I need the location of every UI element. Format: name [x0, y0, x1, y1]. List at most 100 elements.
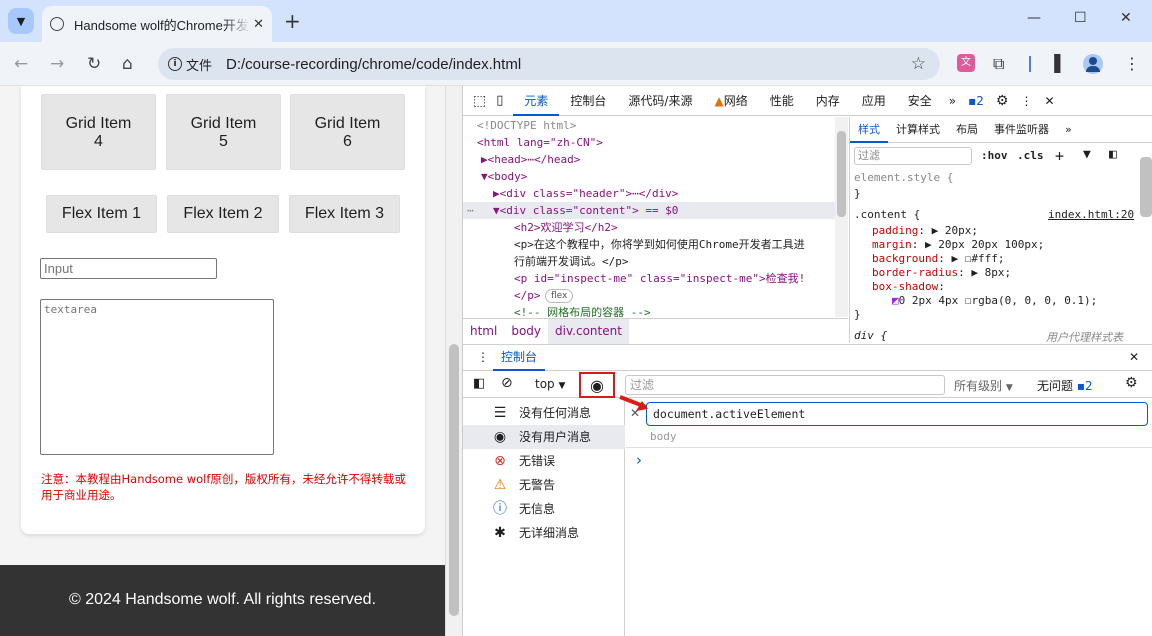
log-levels-dropdown[interactable]: 所有级别 ▼ [954, 377, 1013, 394]
tab-event-listeners[interactable]: 事件监听器 [986, 117, 1057, 143]
create-live-expression-button[interactable]: ◉ [579, 372, 615, 398]
more-menu-icon[interactable]: ⋮ [1124, 54, 1140, 73]
back-icon[interactable]: ← [14, 54, 28, 74]
device-toolbar-icon[interactable]: ▯ [492, 86, 513, 116]
sidebar-toggle-icon[interactable]: ◧ [473, 376, 485, 391]
styles-scrollbar[interactable] [1140, 157, 1152, 217]
grid-item-6: Grid Item 6 [290, 94, 405, 170]
dom-node[interactable]: </p> [514, 287, 541, 304]
context-selector[interactable]: top ▼ [535, 377, 565, 391]
css-property[interactable]: background: ▶ ☐#fff; [872, 252, 1004, 265]
tab-computed[interactable]: 计算样式 [888, 117, 948, 143]
close-tab-icon[interactable]: ✕ [253, 17, 264, 32]
node-actions-icon[interactable]: ⋯ [467, 202, 474, 219]
issues-button[interactable]: 无问题 ▪2 [1037, 377, 1093, 394]
reload-icon[interactable]: ↻ [87, 54, 101, 74]
issues-badge[interactable]: ▪2 [962, 86, 990, 116]
address-bar[interactable]: i 文件 D:/course-recording/chrome/code/ind… [158, 48, 940, 80]
cls-button[interactable]: .cls [1017, 149, 1044, 162]
tab-styles[interactable]: 样式 [850, 117, 888, 143]
tab-search-button[interactable]: ▼ [8, 8, 34, 34]
tab-security[interactable]: 安全 [897, 86, 943, 116]
tab-layout[interactable]: 布局 [948, 117, 986, 143]
hov-button[interactable]: :hov [981, 149, 1008, 162]
sidebar-item-verbose[interactable]: ✱ 无详细消息 [463, 521, 625, 545]
browser-tab[interactable]: Handsome wolf的Chrome开发者工具教程 ✕ [42, 6, 272, 42]
tab-performance[interactable]: 性能 [759, 86, 805, 116]
element-style-selector[interactable]: element.style { [854, 171, 953, 184]
styles-filter-input[interactable]: 过滤 [854, 147, 972, 165]
flex-badge[interactable]: flex [545, 289, 574, 303]
html-comment[interactable]: <!-- 网格布局的容器 --> [514, 304, 651, 317]
page-scrollbar[interactable] [445, 86, 462, 636]
breadcrumb-body[interactable]: body [504, 319, 548, 344]
inspect-element-icon[interactable]: ⬚ [463, 86, 492, 116]
rule-selector[interactable]: .content { [854, 208, 920, 221]
dom-node[interactable]: <p>在这个教程中，你将学到如何使用Chrome开发者工具进 [514, 236, 805, 253]
side-panel-icon[interactable]: ▐ [1048, 54, 1060, 73]
drawer-tabbar: ⋮ 控制台 ✕ [463, 345, 1152, 371]
tab-memory[interactable]: 内存 [805, 86, 851, 116]
sidebar-item-errors[interactable]: ⊗ 无错误 [463, 449, 625, 473]
tab-application[interactable]: 应用 [851, 86, 897, 116]
css-property[interactable]: border-radius: ▶ 8px; [872, 266, 1011, 279]
live-expression-input[interactable]: document.activeElement [646, 402, 1148, 426]
tab-network[interactable]: ▲网络 [703, 86, 758, 116]
toggle-sidebar-icon[interactable]: ◧ [1109, 147, 1117, 162]
sidebar-item-user-messages[interactable]: ◉ 没有用户消息 [463, 425, 625, 449]
new-rule-icon[interactable]: + [1055, 147, 1064, 165]
site-info-icon[interactable]: i [168, 57, 182, 71]
box-shadow-value[interactable]: ◩0 2px 4px ☐rgba(0, 0, 0, 0.1); [892, 294, 1097, 307]
new-tab-button[interactable]: + [284, 9, 301, 33]
more-tabs-icon[interactable]: » [1057, 117, 1080, 143]
console-settings-gear-icon[interactable]: ⚙ [1125, 375, 1138, 391]
minimize-button[interactable]: — [1027, 10, 1041, 26]
breadcrumb-div-content[interactable]: div.content [548, 318, 629, 344]
close-devtools-icon[interactable]: ✕ [1038, 86, 1060, 116]
dom-node[interactable]: <p id="inspect-me" class="inspect-me">检查… [514, 270, 805, 287]
url-text[interactable]: D:/course-recording/chrome/code/index.ht… [226, 56, 521, 73]
close-drawer-icon[interactable]: ✕ [1129, 350, 1139, 364]
chevron-down-icon: ▼ [16, 14, 26, 28]
tab-console[interactable]: 控制台 [559, 86, 617, 116]
sidebar-item-all-messages[interactable]: ☰ 没有任何消息 [463, 401, 625, 425]
textarea-field[interactable]: textarea [40, 299, 274, 455]
css-property[interactable]: margin: ▶ 20px 20px 100px; [872, 238, 1044, 251]
maximize-button[interactable]: ☐ [1074, 10, 1087, 26]
dom-node[interactable]: <html lang="zh-CN"> [477, 134, 603, 151]
console-prompt[interactable]: › [636, 451, 642, 469]
profile-avatar[interactable] [1083, 54, 1103, 74]
ua-rule-selector[interactable]: div { [854, 329, 887, 342]
dom-node[interactable]: <!DOCTYPE html> [477, 117, 576, 134]
breadcrumb-html[interactable]: html [463, 319, 504, 344]
more-tabs-icon[interactable]: » [943, 86, 962, 116]
dom-node-selected[interactable]: ▼<div class="content"> == $0 [493, 202, 678, 219]
drawer-menu-icon[interactable]: ⋮ [477, 350, 489, 364]
extensions-icon[interactable]: ⧉ [993, 54, 1004, 74]
dom-node[interactable]: ▶<div class="header">⋯</div> [493, 185, 678, 202]
console-filter-input[interactable]: 过滤 [625, 375, 945, 395]
dom-node[interactable]: ▶<head>⋯</head> [481, 151, 580, 168]
clear-console-icon[interactable]: ⊘ [501, 375, 513, 391]
devtools-menu-icon[interactable]: ⋮ [1014, 86, 1038, 116]
elements-scrollbar[interactable] [835, 117, 848, 317]
tab-sources[interactable]: 源代码/来源 [617, 86, 703, 116]
drawer-tab-console[interactable]: 控制台 [493, 345, 546, 371]
css-property[interactable]: box-shadow: [872, 280, 945, 293]
sidebar-item-warnings[interactable]: ⚠ 无警告 [463, 473, 625, 497]
dom-node[interactable]: ▼<body> [481, 168, 527, 185]
home-icon[interactable]: ⌂ [122, 54, 133, 74]
forward-icon[interactable]: → [50, 54, 64, 74]
translate-extension-icon[interactable]: 文 [957, 54, 975, 72]
text-input[interactable]: Input [40, 258, 217, 279]
dom-node[interactable]: <h2>欢迎学习</h2> [514, 219, 618, 236]
css-property[interactable]: padding: ▶ 20px; [872, 224, 978, 237]
paint-icon[interactable]: ▼ [1083, 147, 1091, 162]
settings-gear-icon[interactable]: ⚙ [990, 86, 1015, 116]
bookmark-star-icon[interactable]: ☆ [911, 54, 926, 74]
sidebar-item-info[interactable]: ⓘ 无信息 [463, 497, 625, 521]
close-window-button[interactable]: ✕ [1120, 10, 1132, 26]
tab-elements[interactable]: 元素 [513, 86, 560, 116]
rule-source-link[interactable]: index.html:20 [1048, 208, 1134, 221]
dom-node[interactable]: 行前端开发调试。</p> [514, 253, 629, 270]
